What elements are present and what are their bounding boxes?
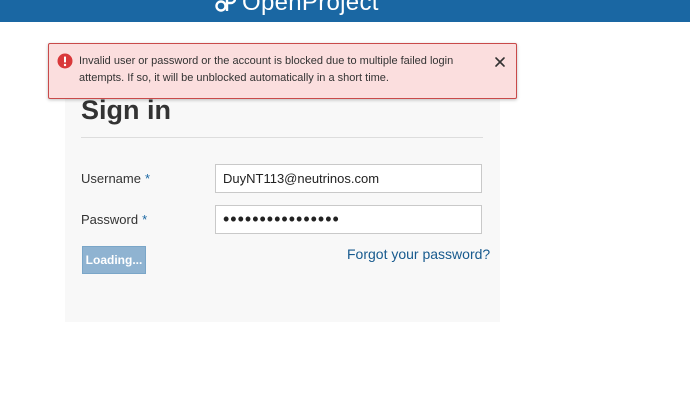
login-page: OpenProject Sign in Username* Password* …	[0, 0, 690, 404]
close-alert-button[interactable]	[493, 55, 507, 69]
username-label: Username *	[81, 171, 150, 187]
openproject-logo[interactable]: OpenProject	[214, 0, 379, 18]
required-marker: *	[144, 171, 151, 186]
forgot-password-link[interactable]: Forgot your password?	[347, 245, 490, 263]
error-circle-icon	[57, 53, 73, 69]
error-alert: Invalid user or password or the account …	[48, 43, 517, 99]
top-header: OpenProject	[0, 0, 690, 22]
close-icon	[495, 57, 505, 67]
password-input[interactable]	[215, 205, 482, 234]
sign-in-button[interactable]: Loading...	[82, 246, 146, 274]
password-label-text: Password	[81, 212, 139, 227]
password-label: Password *	[81, 212, 147, 228]
username-label-text: Username	[81, 171, 141, 186]
openproject-logo-icon	[215, 0, 236, 12]
username-input[interactable]	[215, 164, 482, 193]
required-marker: *	[142, 212, 148, 227]
title-divider	[81, 137, 483, 138]
brand-name: OpenProject	[242, 0, 379, 16]
alert-message: Invalid user or password or the account …	[79, 55, 454, 84]
